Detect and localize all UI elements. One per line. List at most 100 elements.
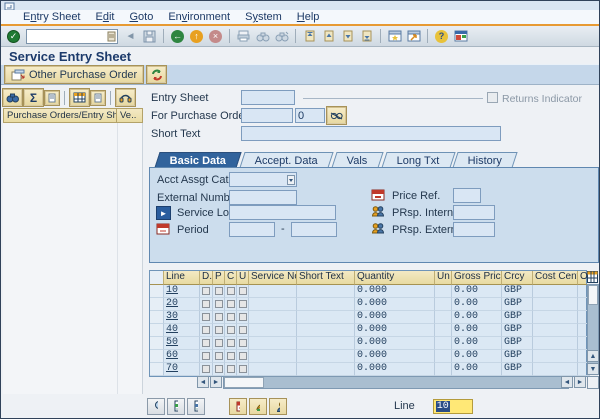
short-text-cell[interactable] — [297, 363, 355, 376]
c-checkbox[interactable] — [227, 287, 235, 295]
delete-line-button[interactable] — [187, 397, 205, 415]
col-header-gross-price[interactable]: Gross Price — [452, 271, 502, 285]
menu-environment[interactable]: Environment — [168, 11, 230, 23]
gross-price-cell[interactable]: 0.00 — [452, 363, 502, 376]
p-checkbox[interactable] — [215, 365, 223, 373]
row-selector-header[interactable] — [150, 271, 164, 285]
service-selection-help-button[interactable] — [115, 88, 136, 107]
d-checkbox[interactable] — [202, 287, 210, 295]
sum-detail-button[interactable] — [44, 89, 60, 106]
cost-center-cell[interactable] — [533, 285, 578, 298]
p-checkbox-cell[interactable] — [213, 337, 225, 350]
period-from-input[interactable] — [229, 222, 275, 237]
d-checkbox-cell[interactable] — [200, 298, 213, 311]
customize-layout-button[interactable] — [452, 28, 469, 44]
po-entry-sheets-column-header[interactable]: Purchase Orders/Entry Sheets — [3, 108, 117, 123]
u-checkbox[interactable] — [239, 287, 247, 295]
menu-system[interactable]: System — [245, 11, 282, 23]
short-text-cell[interactable] — [297, 285, 355, 298]
quantity-cell[interactable]: 0.000 — [355, 337, 435, 350]
row-selector[interactable] — [150, 298, 164, 311]
col-header-d[interactable]: D.. — [200, 271, 213, 285]
d-checkbox[interactable] — [202, 326, 210, 334]
short-text-input[interactable] — [241, 126, 501, 141]
next-page-button[interactable] — [339, 28, 356, 44]
quantity-cell[interactable]: 0.000 — [355, 285, 435, 298]
quantity-cell[interactable]: 0.000 — [355, 311, 435, 324]
sum-button[interactable]: Σ — [23, 88, 44, 107]
u-checkbox-cell[interactable] — [237, 298, 249, 311]
d-checkbox[interactable] — [202, 339, 210, 347]
po-item-input[interactable] — [295, 108, 325, 123]
tab-long-txt[interactable]: Long Txt — [381, 152, 456, 168]
p-checkbox[interactable] — [215, 339, 223, 347]
u-checkbox[interactable] — [239, 352, 247, 360]
gross-price-cell[interactable]: 0.00 — [452, 324, 502, 337]
short-text-cell[interactable] — [297, 337, 355, 350]
cancel-button[interactable]: × — [207, 28, 224, 44]
d-checkbox-cell[interactable] — [200, 324, 213, 337]
crcy-cell[interactable]: GBP — [502, 298, 533, 311]
line-number-cell[interactable]: 30 — [164, 311, 200, 324]
c-checkbox[interactable] — [227, 313, 235, 321]
refresh-button[interactable] — [146, 65, 168, 84]
price-ref-input[interactable] — [453, 188, 481, 203]
line-number-cell[interactable]: 10 — [164, 285, 200, 298]
p-checkbox[interactable] — [215, 352, 223, 360]
d-checkbox[interactable] — [202, 300, 210, 308]
row-selector[interactable] — [150, 311, 164, 324]
col-header-p[interactable]: P — [213, 271, 225, 285]
vscroll-thumb[interactable] — [588, 285, 598, 305]
crcy-cell[interactable]: GBP — [502, 324, 533, 337]
p-checkbox-cell[interactable] — [213, 298, 225, 311]
p-checkbox[interactable] — [215, 326, 223, 334]
period-to-input[interactable] — [291, 222, 337, 237]
col-header-quantity[interactable]: Quantity — [355, 271, 435, 285]
tab-accept-data[interactable]: Accept. Data — [239, 152, 334, 168]
menu-edit[interactable]: Edit — [96, 11, 115, 23]
d-checkbox[interactable] — [202, 313, 210, 321]
back-arrow-icon[interactable]: ◄ — [122, 28, 139, 44]
col-header-c[interactable]: C — [225, 271, 237, 285]
scroll-down-button[interactable]: ▼ — [587, 363, 599, 375]
crcy-cell[interactable]: GBP — [502, 337, 533, 350]
col-header-service-no[interactable]: Service No. — [249, 271, 297, 285]
col-header-short-text[interactable]: Short Text — [297, 271, 355, 285]
cost-center-cell[interactable] — [533, 350, 578, 363]
crcy-cell[interactable]: GBP — [502, 350, 533, 363]
find-entry-sheet-button[interactable] — [2, 88, 23, 107]
line-input[interactable]: 10 — [432, 398, 473, 414]
un-cell[interactable] — [435, 324, 452, 337]
quantity-cell[interactable]: 0.000 — [355, 363, 435, 376]
c-checkbox[interactable] — [227, 352, 235, 360]
d-checkbox-cell[interactable] — [200, 311, 213, 324]
find-line-button[interactable] — [147, 397, 165, 415]
service-loc-input[interactable] — [229, 205, 336, 220]
d-checkbox[interactable] — [202, 365, 210, 373]
table-config-button[interactable] — [587, 271, 598, 283]
u-checkbox-cell[interactable] — [237, 363, 249, 376]
exit-button[interactable]: ↑ — [188, 28, 205, 44]
u-checkbox[interactable] — [239, 365, 247, 373]
line-number-cell[interactable]: 70 — [164, 363, 200, 376]
table-detail-button[interactable] — [90, 89, 106, 106]
acct-assgt-combo[interactable] — [229, 172, 297, 187]
service-no-cell[interactable] — [249, 350, 297, 363]
cost-center-cell[interactable] — [533, 298, 578, 311]
quantity-cell[interactable]: 0.000 — [355, 324, 435, 337]
scroll-up-button[interactable]: ▲ — [587, 350, 599, 362]
purchase-order-input[interactable] — [241, 108, 293, 123]
external-number-input[interactable] — [229, 190, 297, 205]
un-cell[interactable] — [435, 298, 452, 311]
gross-price-cell[interactable]: 0.00 — [452, 311, 502, 324]
short-text-cell[interactable] — [297, 298, 355, 311]
u-checkbox[interactable] — [239, 339, 247, 347]
c-checkbox[interactable] — [227, 339, 235, 347]
gross-price-cell[interactable]: 0.00 — [452, 337, 502, 350]
first-page-button[interactable] — [301, 28, 318, 44]
display-po-button[interactable] — [326, 106, 347, 125]
service-no-cell[interactable] — [249, 285, 297, 298]
c-checkbox-cell[interactable] — [225, 324, 237, 337]
service-selection-button[interactable] — [249, 397, 267, 415]
contact-person-button[interactable] — [269, 397, 287, 415]
